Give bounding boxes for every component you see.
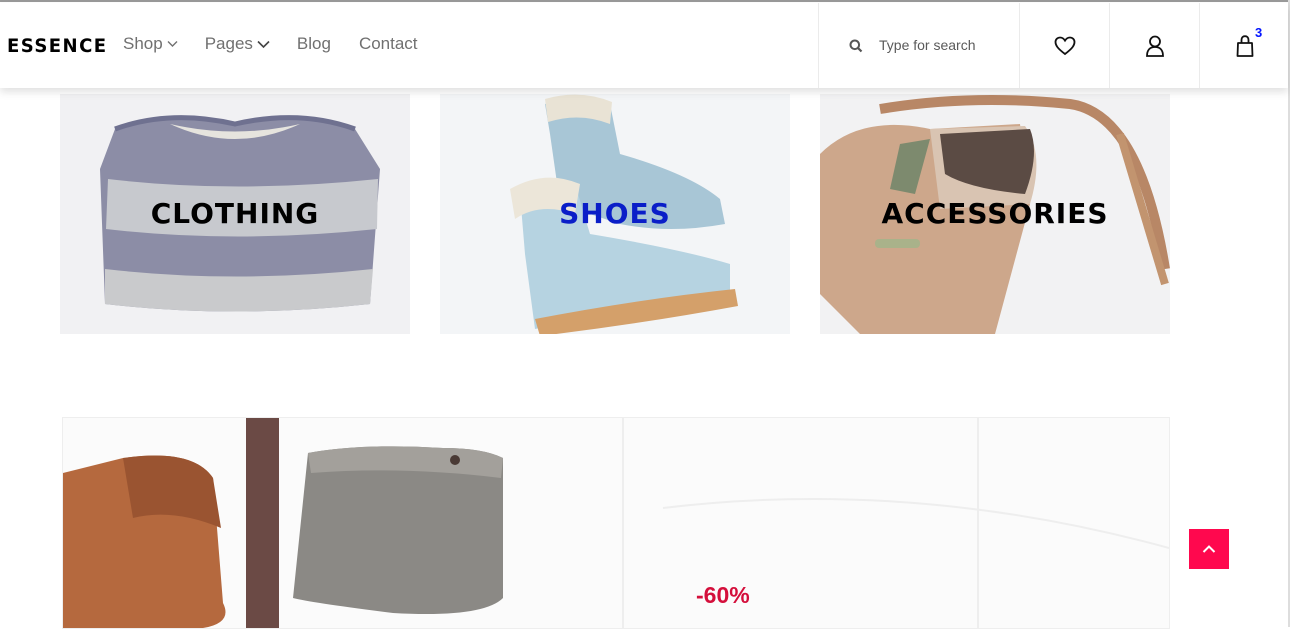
nav-item-label: Blog [296,34,331,53]
nav-item-blog[interactable]: Blog [297,34,331,54]
discount-text: -60% [696,582,750,608]
chevron-up-icon [1202,545,1216,553]
category-card-clothing[interactable]: CLOTHING [60,94,410,334]
promo-banner[interactable]: -60% [62,417,1170,629]
nav-item-label: Pages [204,34,253,53]
nav-item-shop[interactable]: Shop [123,34,178,54]
nav-item-label: Shop [123,34,163,53]
top-border [0,0,1290,2]
category-label: ACCESSORIES [881,197,1109,230]
main-nav: Shop Pages Blog Contact [123,34,445,54]
category-card-accessories[interactable]: ACCESSORIES [820,94,1170,334]
wishlist-button[interactable] [1019,3,1109,88]
cart-button[interactable]: 3 [1199,3,1289,88]
banner-image [63,418,1169,628]
chevron-down-icon [167,41,178,47]
cart-count-badge: 3 [1255,25,1263,40]
site-logo[interactable]: ESSENCE [7,35,108,57]
shopping-bag-icon [1236,34,1253,57]
back-to-top-button[interactable] [1189,529,1229,569]
nav-item-label: Contact [358,34,418,53]
site-header: ESSENCE Shop Pages Blog Contact Type for… [0,3,1288,88]
search-input[interactable] [879,34,1009,56]
category-card-shoes[interactable]: SHOES [440,94,790,334]
nav-item-contact[interactable]: Contact [359,34,418,54]
user-icon [1145,35,1164,57]
search-area [818,3,1020,88]
category-label: CLOTHING [150,197,320,230]
account-button[interactable] [1109,3,1199,88]
chevron-down-icon [257,40,270,48]
heart-icon [1054,36,1075,55]
category-label: SHOES [559,197,671,230]
search-icon[interactable] [849,39,863,53]
nav-item-pages[interactable]: Pages [205,34,270,54]
